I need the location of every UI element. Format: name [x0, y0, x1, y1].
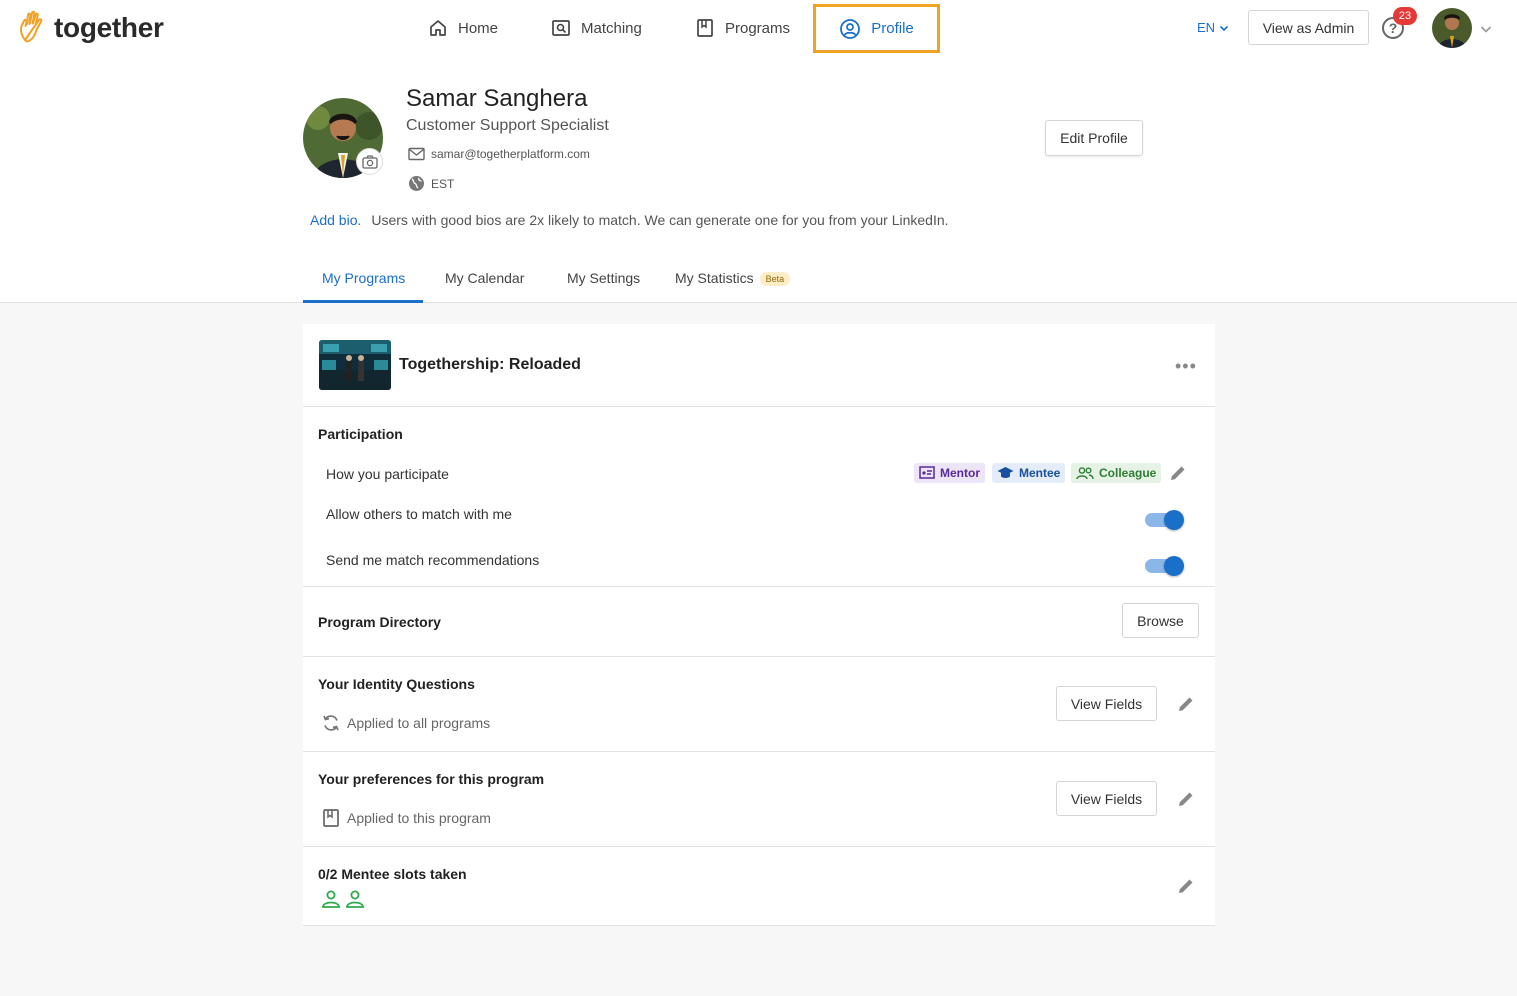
role-mentor-label: Mentor — [940, 466, 980, 480]
beta-badge: Beta — [759, 272, 791, 287]
camera-icon — [361, 154, 378, 169]
globe-icon — [409, 176, 424, 191]
program-header: Togethership: Reloaded ••• — [303, 324, 1215, 407]
toggle-knob — [1164, 510, 1184, 530]
profile-email-row: samar@togetherplatform.com — [408, 147, 590, 161]
edit-profile-button[interactable]: Edit Profile — [1045, 120, 1143, 156]
account-chevron-icon[interactable] — [1479, 22, 1493, 36]
graduation-cap-icon — [997, 467, 1014, 478]
preferences-section: Your preferences for this program Applie… — [303, 752, 1215, 847]
allow-match-toggle[interactable] — [1145, 510, 1184, 530]
role-chip-mentee: Mentee — [992, 463, 1066, 483]
book-icon — [323, 809, 339, 827]
how-you-participate-label: How you participate — [326, 466, 449, 482]
waving-hand-icon — [20, 10, 43, 43]
mentee-slots-section: 0/2 Mentee slots taken — [303, 847, 1215, 926]
preferences-view-fields-button[interactable]: View Fields — [1056, 781, 1157, 816]
participation-section: Participation How you participate Mentor… — [303, 407, 1215, 587]
edit-participation-icon[interactable] — [1169, 464, 1187, 482]
user-avatar[interactable] — [1432, 8, 1472, 48]
toggle-knob — [1164, 556, 1184, 576]
bio-hint: Users with good bios are 2x likely to ma… — [371, 212, 949, 228]
profile-timezone-row: EST — [408, 175, 454, 192]
presentation-icon — [919, 466, 935, 479]
tab-my-statistics-label: My Statistics — [675, 270, 754, 286]
recommendations-label: Send me match recommendations — [326, 552, 540, 568]
add-bio-link[interactable]: Add bio. — [310, 212, 361, 228]
nav-profile-label: Profile — [871, 20, 914, 37]
view-as-admin-button[interactable]: View as Admin — [1248, 10, 1369, 45]
more-options-icon[interactable]: ••• — [1175, 356, 1197, 377]
logo[interactable]: together — [18, 10, 164, 46]
nav-programs[interactable]: Programs — [695, 4, 790, 52]
sync-icon — [323, 715, 339, 731]
mentee-slot-icon — [322, 890, 340, 908]
mentee-slot-icon — [346, 890, 364, 908]
program-directory-section: Program Directory Browse — [303, 587, 1215, 657]
tab-my-programs[interactable]: My Programs — [322, 270, 405, 286]
language-selector[interactable]: EN — [1197, 20, 1230, 35]
change-photo-button[interactable] — [356, 148, 383, 175]
edit-preferences-icon[interactable] — [1177, 790, 1195, 808]
preferences-heading: Your preferences for this program — [318, 771, 545, 787]
tab-my-statistics[interactable]: My Statistics Beta — [675, 270, 791, 287]
nav-matching-label: Matching — [581, 19, 642, 37]
preferences-sub-label: Applied to this program — [347, 810, 491, 826]
recommendations-toggle[interactable] — [1145, 556, 1184, 576]
notification-badge: 23 — [1393, 7, 1417, 25]
role-chip-mentor: Mentor — [914, 463, 985, 483]
nav-profile[interactable]: Profile — [813, 4, 940, 53]
identity-sub-label: Applied to all programs — [347, 715, 491, 731]
edit-slots-icon[interactable] — [1177, 877, 1195, 895]
book-icon — [697, 19, 713, 37]
program-card: Togethership: Reloaded ••• Participation… — [303, 324, 1215, 926]
identity-sub: Applied to all programs — [321, 713, 490, 733]
preferences-sub: Applied to this program — [321, 808, 491, 828]
browse-button[interactable]: Browse — [1122, 603, 1199, 638]
role-mentee-label: Mentee — [1019, 466, 1061, 480]
identity-view-fields-button[interactable]: View Fields — [1056, 686, 1157, 721]
program-thumbnail — [319, 340, 391, 390]
identity-questions-section: Your Identity Questions Applied to all p… — [303, 657, 1215, 752]
program-title: Togethership: Reloaded — [399, 356, 581, 373]
nav-home-label: Home — [458, 19, 499, 37]
nav-matching[interactable]: Matching — [551, 4, 642, 52]
profile-timezone: EST — [431, 176, 455, 191]
identity-heading: Your Identity Questions — [318, 676, 475, 692]
participation-heading: Participation — [318, 426, 403, 442]
profile-title: Customer Support Specialist — [406, 117, 609, 134]
user-circle-icon — [840, 18, 861, 39]
people-icon — [1076, 467, 1094, 480]
edit-identity-icon[interactable] — [1177, 695, 1195, 713]
active-tab-indicator — [303, 300, 423, 303]
matching-icon — [552, 20, 570, 36]
profile-email: samar@togetherplatform.com — [431, 147, 590, 161]
mail-icon — [408, 147, 425, 161]
tab-my-settings[interactable]: My Settings — [567, 270, 640, 286]
chevron-down-icon — [1219, 25, 1229, 31]
tab-my-calendar[interactable]: My Calendar — [445, 270, 524, 286]
language-label: EN — [1197, 20, 1216, 35]
logo-text: together — [54, 12, 164, 43]
nav-programs-label: Programs — [725, 19, 791, 37]
mentee-slots-heading: 0/2 Mentee slots taken — [318, 866, 467, 882]
program-directory-heading: Program Directory — [318, 614, 441, 630]
role-colleague-label: Colleague — [1099, 466, 1157, 480]
bio-prompt: Add bio. Users with good bios are 2x like… — [310, 212, 949, 228]
avatar-photo-icon — [1432, 8, 1472, 48]
top-area: together Home Matching Programs Profile … — [0, 0, 1517, 303]
nav-home[interactable]: Home — [428, 4, 498, 52]
mentee-slots — [321, 889, 369, 909]
profile-name: Samar Sanghera — [406, 85, 588, 112]
allow-match-label: Allow others to match with me — [326, 506, 512, 522]
role-chip-colleague: Colleague — [1071, 463, 1162, 483]
home-icon — [430, 20, 446, 36]
program-image-icon — [319, 340, 391, 390]
